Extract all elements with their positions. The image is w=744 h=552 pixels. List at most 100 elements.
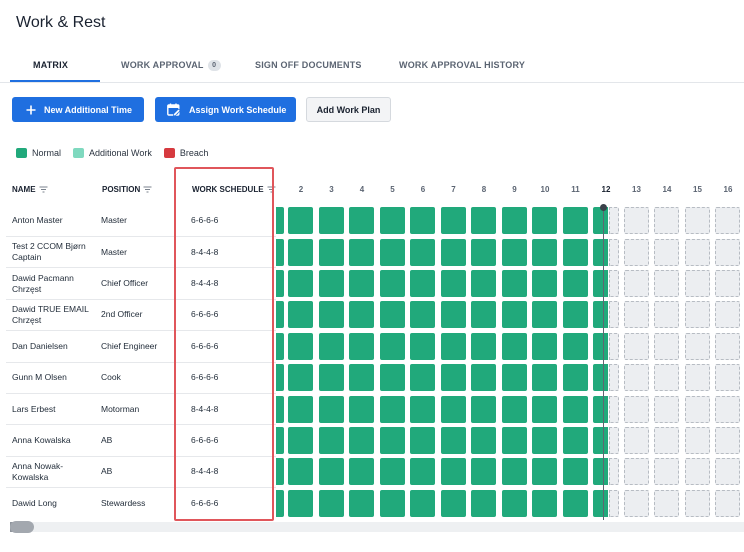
matrix-cell-normal[interactable] (410, 301, 435, 329)
column-header-position[interactable]: POSITION (102, 185, 152, 194)
matrix-cell-empty[interactable] (684, 332, 710, 360)
tab-matrix[interactable]: MATRIX (33, 60, 68, 70)
matrix-cell-normal[interactable] (276, 427, 284, 454)
matrix-cell-normal[interactable] (349, 270, 374, 297)
matrix-cell-empty[interactable] (654, 238, 679, 266)
matrix-cell-empty[interactable] (623, 427, 649, 454)
matrix-cell-normal[interactable] (276, 364, 284, 392)
matrix-cell-normal[interactable] (318, 207, 344, 235)
matrix-cell-empty[interactable] (623, 458, 649, 486)
matrix-cell-empty[interactable] (715, 270, 740, 297)
matrix-cell-empty[interactable] (654, 207, 679, 235)
matrix-cell-empty[interactable] (684, 458, 710, 486)
matrix-cell-normal[interactable] (288, 395, 313, 423)
matrix-cell-normal[interactable] (276, 395, 284, 423)
matrix-cell-normal[interactable] (318, 332, 344, 360)
matrix-cell-normal[interactable] (471, 458, 496, 486)
matrix-cell-normal[interactable] (410, 332, 435, 360)
matrix-cell-empty[interactable] (715, 489, 740, 517)
matrix-cell-empty[interactable] (654, 395, 679, 423)
matrix-cell-normal[interactable] (501, 301, 527, 329)
matrix-cell-empty[interactable] (654, 458, 679, 486)
matrix-cell-empty[interactable] (609, 301, 619, 329)
matrix-cell-normal[interactable] (471, 207, 496, 235)
matrix-cell-empty[interactable] (715, 207, 740, 235)
matrix-cell-empty[interactable] (609, 458, 619, 486)
matrix-cell-normal[interactable] (349, 489, 374, 517)
matrix-cell-normal[interactable] (379, 458, 405, 486)
matrix-cell-empty[interactable] (609, 489, 619, 517)
matrix-cell-normal[interactable] (349, 458, 374, 486)
matrix-cell-empty[interactable] (623, 207, 649, 235)
matrix-cell-normal[interactable] (501, 427, 527, 454)
matrix-cell-empty[interactable] (654, 489, 679, 517)
matrix-cell-normal[interactable] (471, 332, 496, 360)
matrix-cell-empty[interactable] (654, 364, 679, 392)
matrix-cell-normal[interactable] (501, 207, 527, 235)
matrix-cell-normal[interactable] (276, 270, 284, 297)
matrix-cell-empty[interactable] (609, 395, 619, 423)
matrix-cell-empty[interactable] (623, 489, 649, 517)
matrix-cell-normal[interactable] (562, 238, 588, 266)
matrix-cell-normal[interactable] (410, 364, 435, 392)
matrix-cell-empty[interactable] (609, 427, 619, 454)
matrix-cell-normal[interactable] (318, 301, 344, 329)
matrix-cell-normal[interactable] (593, 207, 608, 235)
matrix-cell-normal[interactable] (410, 207, 435, 235)
matrix-cell-empty[interactable] (684, 489, 710, 517)
matrix-cell-normal[interactable] (501, 238, 527, 266)
matrix-cell-normal[interactable] (318, 270, 344, 297)
filter-icon[interactable] (143, 186, 152, 193)
matrix-cell-normal[interactable] (379, 427, 405, 454)
matrix-cell-normal[interactable] (532, 395, 557, 423)
matrix-cell-empty[interactable] (654, 270, 679, 297)
matrix-cell-empty[interactable] (684, 238, 710, 266)
matrix-cell-normal[interactable] (532, 427, 557, 454)
matrix-cell-normal[interactable] (318, 489, 344, 517)
matrix-cell-normal[interactable] (318, 427, 344, 454)
matrix-cell-normal[interactable] (440, 395, 466, 423)
matrix-cell-normal[interactable] (288, 207, 313, 235)
tab-work-approval-history[interactable]: WORK APPROVAL HISTORY (399, 60, 525, 70)
matrix-cell-empty[interactable] (715, 458, 740, 486)
matrix-cell-normal[interactable] (501, 458, 527, 486)
matrix-cell-normal[interactable] (349, 301, 374, 329)
matrix-cell-normal[interactable] (410, 238, 435, 266)
matrix-cell-normal[interactable] (318, 395, 344, 423)
matrix-cell-normal[interactable] (532, 301, 557, 329)
matrix-cell-normal[interactable] (593, 332, 608, 360)
assign-work-schedule-button[interactable]: Assign Work Schedule (155, 97, 296, 122)
scrollbar-thumb[interactable] (10, 521, 34, 533)
matrix-cell-normal[interactable] (593, 238, 608, 266)
matrix-cell-normal[interactable] (288, 364, 313, 392)
matrix-cell-empty[interactable] (654, 301, 679, 329)
matrix-cell-normal[interactable] (276, 332, 284, 360)
matrix-cell-normal[interactable] (532, 270, 557, 297)
matrix-cell-normal[interactable] (349, 207, 374, 235)
matrix-cell-empty[interactable] (715, 364, 740, 392)
matrix-cell-normal[interactable] (532, 207, 557, 235)
matrix-cell-normal[interactable] (440, 458, 466, 486)
matrix-cell-empty[interactable] (715, 427, 740, 454)
matrix-cell-normal[interactable] (440, 238, 466, 266)
filter-icon[interactable] (39, 186, 48, 193)
matrix-cell-normal[interactable] (532, 364, 557, 392)
matrix-cell-normal[interactable] (379, 301, 405, 329)
matrix-cell-normal[interactable] (471, 427, 496, 454)
matrix-cell-empty[interactable] (654, 332, 679, 360)
matrix-cell-empty[interactable] (684, 395, 710, 423)
matrix-cell-normal[interactable] (471, 364, 496, 392)
matrix-cell-empty[interactable] (623, 364, 649, 392)
matrix-cell-empty[interactable] (715, 332, 740, 360)
matrix-cell-empty[interactable] (609, 364, 619, 392)
matrix-cell-normal[interactable] (532, 489, 557, 517)
matrix-cell-normal[interactable] (593, 489, 608, 517)
tab-sign-off-documents[interactable]: SIGN OFF DOCUMENTS (255, 60, 362, 70)
matrix-cell-normal[interactable] (410, 395, 435, 423)
matrix-cell-normal[interactable] (276, 301, 284, 329)
matrix-cell-empty[interactable] (684, 301, 710, 329)
matrix-cell-normal[interactable] (532, 238, 557, 266)
matrix-cell-normal[interactable] (593, 427, 608, 454)
matrix-cell-normal[interactable] (276, 207, 284, 235)
matrix-cell-empty[interactable] (623, 270, 649, 297)
